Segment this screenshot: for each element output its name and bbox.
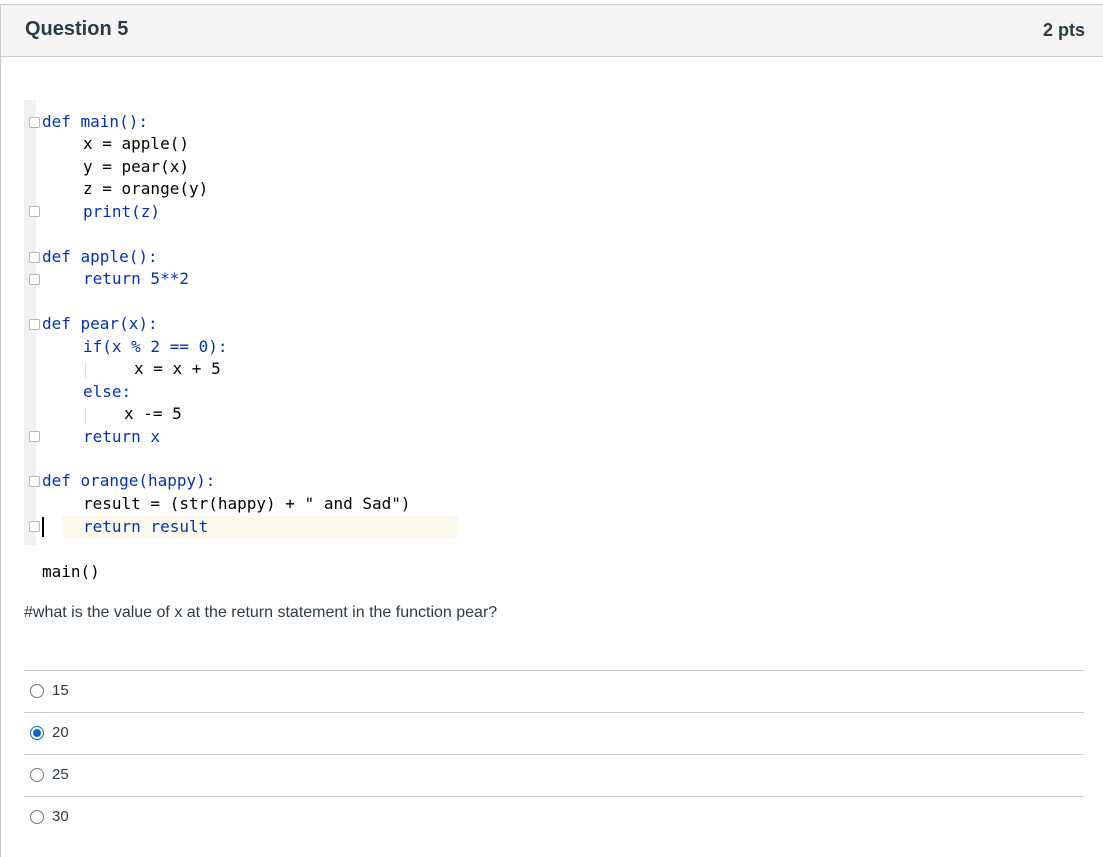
fold-marker-icon [29, 521, 40, 532]
fold-marker-icon [29, 206, 40, 217]
code-token: def orange(happy): [42, 471, 216, 490]
fold-marker-icon [29, 476, 40, 487]
code-line: x -= 5 [124, 404, 182, 423]
code-line: z = orange(y) [83, 179, 209, 198]
text-caret [42, 517, 44, 537]
indent-guide [85, 407, 86, 423]
answer-option[interactable]: 30 [24, 796, 1084, 838]
fold-marker-icon [29, 117, 40, 128]
code-line: def main(): [42, 111, 148, 133]
code-line: def pear(x): [42, 313, 158, 335]
code-line: x = x + 5 [134, 359, 221, 378]
radio-button[interactable] [30, 810, 44, 824]
code-line: def apple(): [42, 246, 158, 268]
indent-guide [85, 362, 86, 378]
code-line: return 5**2 [83, 269, 189, 288]
code-line: if(x % 2 == 0): [83, 337, 228, 356]
radio-button[interactable] [30, 684, 44, 698]
code-line: else: [83, 382, 132, 401]
question-prompt: #what is the value of x at the return st… [24, 604, 498, 621]
radio-button-selected[interactable] [30, 726, 44, 740]
answer-label: 30 [52, 808, 69, 825]
answer-option[interactable]: 15 [24, 670, 1084, 712]
code-line: x = apple() [83, 134, 189, 153]
code-line: return result [83, 517, 209, 536]
answer-label: 15 [52, 682, 69, 699]
code-line: def orange(happy): [42, 470, 215, 492]
answer-label: 20 [52, 724, 69, 741]
code-line: y = pear(x) [83, 157, 189, 176]
code-token: def pear(x): [42, 314, 158, 333]
code-line: print(z) [83, 202, 161, 221]
fold-marker-icon [29, 431, 40, 442]
code-token: def apple(): [42, 247, 158, 266]
answer-option[interactable]: 20 [24, 712, 1084, 754]
answer-list: 15 20 25 30 [24, 670, 1084, 838]
fold-marker-icon [29, 252, 40, 263]
answer-label: 25 [52, 766, 69, 783]
code-line: return x [83, 427, 161, 446]
radio-button[interactable] [30, 768, 44, 782]
code-block: def main(): x = apple() y = pear(x) z = … [0, 0, 1103, 600]
code-line: result = (str(happy) + " and Sad") [83, 494, 411, 513]
code-line: main() [42, 562, 100, 581]
fold-marker-icon [29, 319, 40, 330]
code-token: def main(): [42, 112, 148, 131]
answer-option[interactable]: 25 [24, 754, 1084, 796]
fold-marker-icon [29, 274, 40, 285]
